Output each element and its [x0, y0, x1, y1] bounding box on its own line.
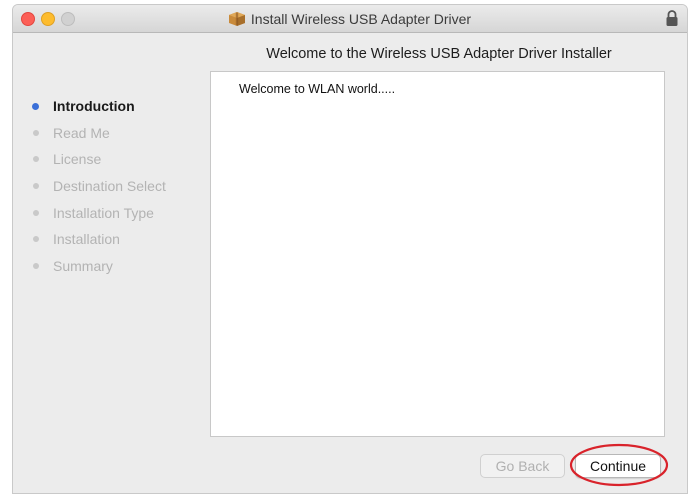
- step-read-me: Read Me: [31, 120, 211, 147]
- window-title: Install Wireless USB Adapter Driver: [250, 10, 472, 27]
- window-title-group: Install Wireless USB Adapter Driver: [13, 5, 687, 32]
- step-dot-icon: [33, 236, 39, 243]
- step-active-dot-icon: [32, 102, 39, 110]
- continue-button[interactable]: Continue: [575, 454, 661, 478]
- step-label: Installation: [53, 231, 120, 248]
- step-dot-icon: [33, 209, 39, 216]
- lock-icon: [666, 10, 678, 26]
- step-summary: Summary: [31, 253, 211, 280]
- go-back-button: Go Back: [480, 454, 565, 478]
- step-introduction: Introduction: [31, 93, 211, 120]
- step-label: Installation Type: [53, 204, 154, 221]
- step-dot-icon: [33, 156, 39, 163]
- step-destination-select: Destination Select: [31, 173, 211, 200]
- welcome-text: Welcome to WLAN world.....: [239, 82, 396, 96]
- step-label: Summary: [53, 257, 113, 274]
- step-label: Introduction: [53, 98, 135, 115]
- step-installation-type: Installation Type: [31, 199, 211, 226]
- step-dot-icon: [33, 262, 39, 269]
- package-icon: [228, 11, 245, 26]
- step-dot-icon: [33, 183, 39, 190]
- step-label: Read Me: [53, 124, 110, 141]
- content-pane[interactable]: Welcome to WLAN world.....: [210, 71, 665, 437]
- installer-window: Install Wireless USB Adapter Driver Welc…: [12, 4, 688, 494]
- page-heading: Welcome to the Wireless USB Adapter Driv…: [266, 46, 612, 62]
- step-label: License: [53, 151, 102, 168]
- title-bar[interactable]: Install Wireless USB Adapter Driver: [13, 5, 687, 33]
- step-label: Destination Select: [53, 178, 166, 195]
- step-license: License: [31, 146, 211, 173]
- step-installation: Installation: [31, 226, 211, 253]
- step-dot-icon: [33, 129, 39, 136]
- installer-steps-sidebar: Introduction Read Me License Destination…: [31, 93, 211, 279]
